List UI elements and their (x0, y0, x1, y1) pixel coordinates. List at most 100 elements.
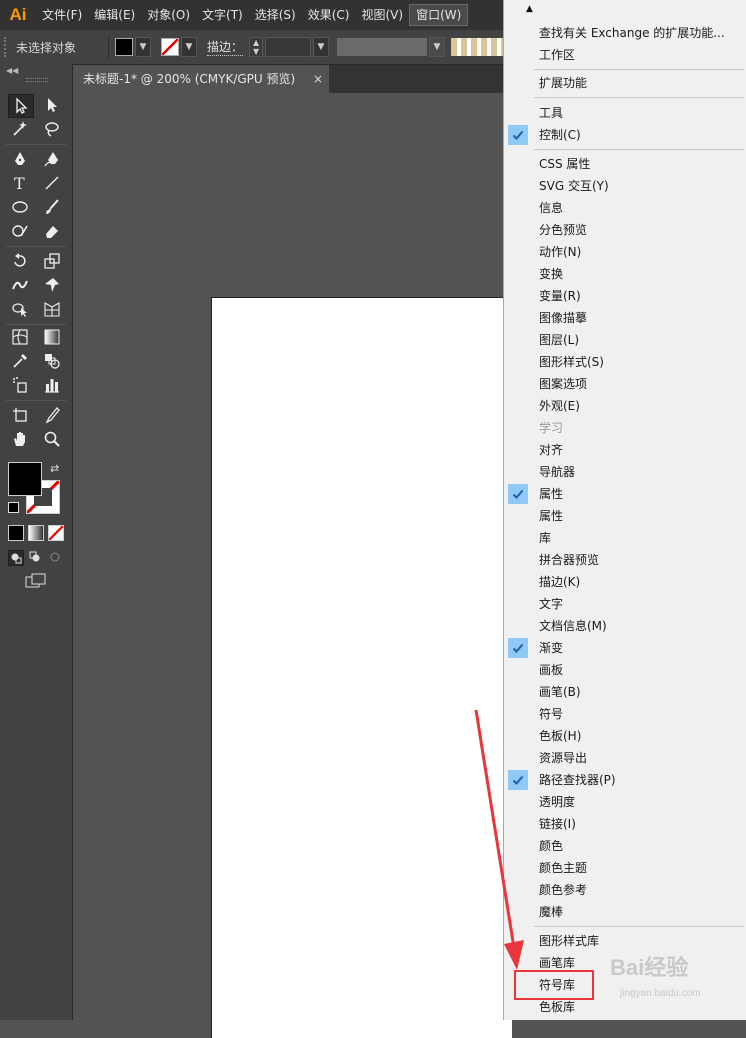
window-menu-item[interactable]: 控制(C) (504, 124, 746, 146)
stroke-weight-input[interactable] (265, 37, 312, 57)
window-menu-item[interactable]: SVG 交互(Y) (504, 175, 746, 197)
zoom-tool-icon[interactable] (40, 428, 64, 450)
fill-swatch[interactable] (115, 38, 133, 56)
window-menu-item[interactable]: 路径查找器(P) (504, 769, 746, 791)
magic-wand-tool-icon[interactable] (8, 118, 32, 140)
variable-width-profile[interactable] (337, 38, 428, 56)
window-menu-item[interactable]: 外观(E) (504, 395, 746, 417)
window-menu-item[interactable]: 图形样式(S) (504, 351, 746, 373)
menu-edit[interactable]: 编辑(E) (88, 0, 141, 30)
selection-tool-icon[interactable] (8, 94, 34, 118)
paintbrush-tool-icon[interactable] (40, 196, 64, 218)
scale-tool-icon[interactable] (40, 250, 64, 272)
artboard-tool-icon[interactable] (8, 404, 32, 426)
menu-object[interactable]: 对象(O) (141, 0, 196, 30)
draw-behind-icon[interactable] (28, 550, 42, 564)
change-screen-mode-icon[interactable] (24, 572, 48, 590)
menu-view[interactable]: 视图(V) (355, 0, 409, 30)
window-menu-item[interactable]: 资源导出 (504, 747, 746, 769)
default-fill-stroke-icon[interactable] (8, 502, 19, 513)
stroke-dropdown-chevron-icon[interactable]: ▼ (181, 37, 197, 57)
window-menu-item[interactable]: 查找有关 Exchange 的扩展功能... (504, 22, 746, 44)
curvature-tool-icon[interactable] (40, 148, 64, 170)
window-menu-item[interactable]: 导航器 (504, 461, 746, 483)
window-menu-item[interactable]: 属性 (504, 505, 746, 527)
swap-fill-stroke-icon[interactable]: ⇄ (50, 462, 59, 475)
window-menu-item[interactable]: 图形样式库 (504, 930, 746, 952)
panel-grip[interactable] (26, 78, 48, 82)
window-menu-item[interactable]: 透明度 (504, 791, 746, 813)
window-menu-item[interactable]: 信息 (504, 197, 746, 219)
stroke-label[interactable]: 描边： (207, 38, 244, 56)
column-graph-tool-icon[interactable] (40, 374, 64, 396)
artboard[interactable] (211, 297, 512, 1038)
scroll-up-icon[interactable]: ▲ (526, 4, 533, 14)
window-menu-item[interactable]: 动作(N) (504, 241, 746, 263)
window-menu-item[interactable]: 属性 (504, 483, 746, 505)
window-menu-item[interactable]: 描边(K) (504, 571, 746, 593)
window-menu-item[interactable]: 变量(R) (504, 285, 746, 307)
window-menu-item[interactable]: 画笔(B) (504, 681, 746, 703)
menu-type[interactable]: 文字(T) (196, 0, 249, 30)
color-mode-icon[interactable] (8, 525, 24, 541)
window-menu-item[interactable]: 颜色主题 (504, 857, 746, 879)
draw-normal-icon[interactable] (8, 550, 24, 566)
hand-tool-icon[interactable] (8, 428, 32, 450)
rotate-tool-icon[interactable] (8, 250, 32, 272)
window-menu-item[interactable]: 颜色参考 (504, 879, 746, 901)
draw-inside-icon[interactable] (48, 550, 62, 564)
type-tool-icon[interactable]: T (8, 172, 32, 194)
window-menu-item[interactable]: 拼合器预览 (504, 549, 746, 571)
eraser-tool-icon[interactable] (40, 220, 64, 242)
mesh-tool-icon[interactable] (8, 326, 32, 348)
window-menu-item[interactable]: 工作区 (504, 44, 746, 66)
window-menu-item[interactable]: 文档信息(M) (504, 615, 746, 637)
ellipse-tool-icon[interactable] (8, 196, 32, 218)
window-menu-item[interactable]: 图像描摹 (504, 307, 746, 329)
stroke-swatch[interactable] (161, 38, 179, 56)
menu-effect[interactable]: 效果(C) (302, 0, 356, 30)
window-menu-item[interactable]: 对齐 (504, 439, 746, 461)
gradient-tool-icon[interactable] (40, 326, 64, 348)
none-mode-icon[interactable] (48, 525, 64, 541)
direct-selection-tool-icon[interactable] (40, 94, 64, 116)
stroke-weight-chevron-icon[interactable]: ▼ (313, 37, 330, 57)
window-menu-item[interactable]: 图层(L) (504, 329, 746, 351)
shaper-tool-icon[interactable] (8, 220, 32, 242)
window-menu-item[interactable]: 渐变 (504, 637, 746, 659)
window-menu-item[interactable]: 图案选项 (504, 373, 746, 395)
window-menu-item[interactable]: 魔棒 (504, 901, 746, 923)
window-menu-item[interactable]: 符号 (504, 703, 746, 725)
window-menu-item[interactable]: 变换 (504, 263, 746, 285)
menu-file[interactable]: 文件(F) (36, 0, 88, 30)
control-bar-grip[interactable] (4, 37, 12, 57)
window-menu-item[interactable]: 链接(I) (504, 813, 746, 835)
blend-tool-icon[interactable] (40, 350, 64, 372)
line-segment-tool-icon[interactable] (40, 172, 64, 194)
window-menu-item[interactable]: 库 (504, 527, 746, 549)
window-menu-item[interactable]: 色板(H) (504, 725, 746, 747)
close-tab-icon[interactable]: × (313, 65, 323, 93)
profile-chevron-icon[interactable]: ▼ (429, 37, 446, 57)
document-tab[interactable]: 未标题-1* @ 200% (CMYK/GPU 预览) (73, 65, 329, 93)
canvas-area[interactable] (73, 93, 512, 1038)
pen-tool-icon[interactable] (8, 148, 32, 170)
slice-tool-icon[interactable] (40, 404, 64, 426)
perspective-grid-tool-icon[interactable] (40, 298, 64, 320)
shape-builder-tool-icon[interactable] (8, 298, 32, 320)
window-menu-item[interactable]: 工具 (504, 102, 746, 124)
menu-select[interactable]: 选择(S) (249, 0, 302, 30)
gradient-mode-icon[interactable] (28, 525, 44, 541)
window-menu-item[interactable]: CSS 属性 (504, 153, 746, 175)
width-tool-icon[interactable] (8, 274, 32, 296)
fill-dropdown-chevron-icon[interactable]: ▼ (135, 37, 151, 57)
window-menu-item[interactable]: 画板 (504, 659, 746, 681)
window-menu-item[interactable]: 颜色 (504, 835, 746, 857)
fill-color-box[interactable] (8, 462, 42, 496)
puppet-warp-tool-icon[interactable] (40, 274, 64, 296)
collapse-panel-icon[interactable]: ◀◀ (6, 66, 18, 75)
window-menu-item[interactable]: 分色预览 (504, 219, 746, 241)
menu-window[interactable]: 窗口(W) (409, 4, 469, 26)
window-menu-item[interactable]: 扩展功能 (504, 72, 746, 94)
window-menu-item[interactable]: 文字 (504, 593, 746, 615)
